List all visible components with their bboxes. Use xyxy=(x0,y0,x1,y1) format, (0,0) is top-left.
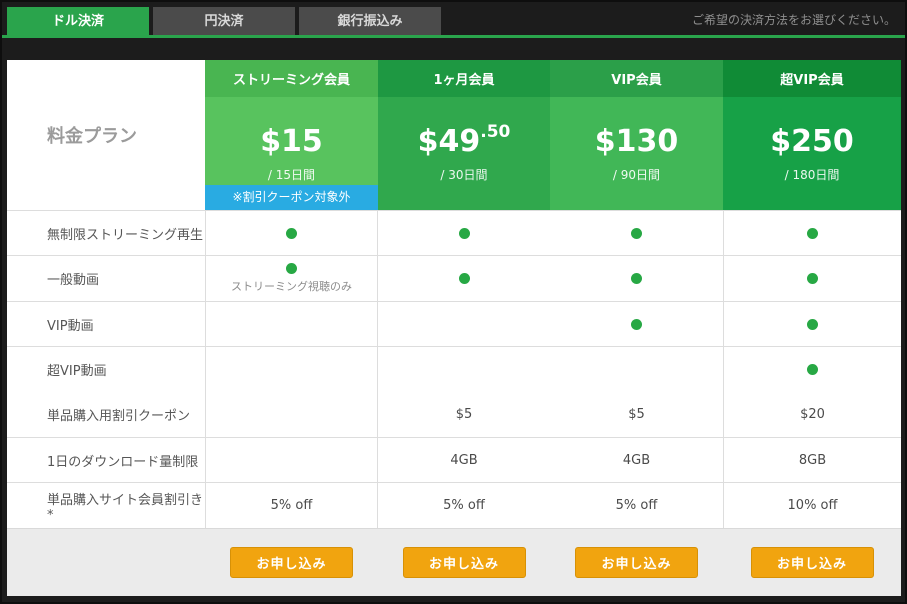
plan-price-1month: $49.50 / 30日間 xyxy=(378,97,550,210)
included-dot-icon xyxy=(807,364,818,375)
plan-price-super-vip: $250 / 180日間 xyxy=(723,97,901,210)
footer-cell: お申し込み xyxy=(378,547,550,578)
feature-row-site-member-discount: 単品購入サイト会員割引き* 5% off 5% off 5% off 10% o… xyxy=(7,482,901,528)
signup-button-1month[interactable]: お申し込み xyxy=(403,547,526,578)
signup-button-super-vip[interactable]: お申し込み xyxy=(751,547,874,578)
included-dot-icon xyxy=(631,228,642,239)
price-value: $15 xyxy=(260,124,323,157)
plan-header-section: 料金プラン ストリーミング会員 1ヶ月会員 VIP会員 超VIP会員 $15 /… xyxy=(7,60,901,210)
feature-row-general-video: 一般動画 ストリーミング視聴のみ xyxy=(7,255,901,301)
signup-button-streaming[interactable]: お申し込み xyxy=(230,547,353,578)
feature-value-cell xyxy=(723,256,901,301)
feature-value-cell: $20 xyxy=(723,391,901,437)
plan-name-vip: VIP会員 xyxy=(550,60,723,97)
tab-bank-transfer[interactable]: 銀行振込み xyxy=(299,7,441,36)
price-value: $250 xyxy=(770,124,854,157)
feature-value-cell xyxy=(378,302,550,346)
feature-value-cell: 5% off xyxy=(550,483,723,528)
footer-cell: お申し込み xyxy=(550,547,723,578)
payment-method-tabbar: ドル決済 円決済 銀行振込み ご希望の決済方法をお選びください。 xyxy=(2,2,905,38)
included-dot-icon xyxy=(459,273,470,284)
feature-row-daily-download-limit: 1日のダウンロード量制限 4GB 4GB 8GB xyxy=(7,437,901,482)
footer-cell: お申し込み xyxy=(205,547,378,578)
feature-label: VIP動画 xyxy=(7,302,205,346)
plan-name-super-vip: 超VIP会員 xyxy=(723,60,901,97)
tab-yen-payment[interactable]: 円決済 xyxy=(153,7,295,36)
feature-value-cell xyxy=(550,256,723,301)
feature-value-cell xyxy=(378,347,550,391)
plan-price-vip: $130 / 90日間 xyxy=(550,97,723,210)
feature-value-cell: 10% off xyxy=(723,483,901,528)
feature-value-cell xyxy=(378,256,550,301)
feature-label: 超VIP動画 xyxy=(7,347,205,391)
feature-value-cell xyxy=(205,211,378,255)
feature-label: 単品購入サイト会員割引き* xyxy=(7,483,205,528)
plan-name-1month: 1ヶ月会員 xyxy=(378,60,550,97)
feature-value-cell xyxy=(723,347,901,391)
price-period: / 30日間 xyxy=(440,166,487,183)
feature-value-cell: $5 xyxy=(378,391,550,437)
coupon-exclusion-banner: ※割引クーポン対象外 xyxy=(205,185,378,210)
included-dot-icon xyxy=(286,228,297,239)
feature-value-cell xyxy=(205,438,378,482)
payment-hint-text: ご希望の決済方法をお選びください。 xyxy=(692,11,896,28)
feature-value-cell: 5% off xyxy=(205,483,378,528)
pricing-table: 料金プラン ストリーミング会員 1ヶ月会員 VIP会員 超VIP会員 $15 /… xyxy=(7,60,901,596)
feature-label: 単品購入用割引クーポン xyxy=(7,391,205,437)
feature-value-cell: ストリーミング視聴のみ xyxy=(205,256,378,301)
included-dot-icon xyxy=(286,263,297,274)
feature-row-single-purchase-coupon: 単品購入用割引クーポン $5 $5 $20 xyxy=(7,391,901,437)
included-dot-icon xyxy=(807,319,818,330)
feature-row-super-vip-video: 超VIP動画 xyxy=(7,346,901,391)
feature-value-cell xyxy=(378,211,550,255)
included-dot-icon xyxy=(807,228,818,239)
feature-value-cell xyxy=(550,211,723,255)
feature-value-cell xyxy=(205,391,378,437)
footer-cell: お申し込み xyxy=(723,547,901,578)
feature-value-cell xyxy=(550,302,723,346)
tab-accent-line xyxy=(2,35,905,38)
feature-value-cell: 4GB xyxy=(378,438,550,482)
price-plan-heading-label: 料金プラン xyxy=(47,122,137,148)
feature-value-cell: 4GB xyxy=(550,438,723,482)
feature-label: 無制限ストリーミング再生 xyxy=(7,211,205,255)
feature-value-cell: 8GB xyxy=(723,438,901,482)
price-period: / 90日間 xyxy=(613,166,660,183)
signup-footer: お申し込み お申し込み お申し込み お申し込み xyxy=(7,528,901,596)
feature-value-cell xyxy=(205,302,378,346)
price-period: / 15日間 xyxy=(268,166,315,183)
included-dot-icon xyxy=(631,273,642,284)
plan-price-streaming: $15 / 15日間 ※割引クーポン対象外 xyxy=(205,97,378,210)
price-period: / 180日間 xyxy=(785,166,840,183)
feature-value-cell xyxy=(550,347,723,391)
feature-value-cell xyxy=(723,211,901,255)
feature-label: 1日のダウンロード量制限 xyxy=(7,438,205,482)
feature-value-cell: $5 xyxy=(550,391,723,437)
included-dot-icon xyxy=(631,319,642,330)
feature-value-cell xyxy=(205,347,378,391)
signup-button-vip[interactable]: お申し込み xyxy=(575,547,698,578)
included-dot-icon xyxy=(807,273,818,284)
plan-name-streaming: ストリーミング会員 xyxy=(205,60,378,97)
feature-row-vip-video: VIP動画 xyxy=(7,301,901,346)
price-value: $49.50 xyxy=(418,124,511,157)
included-dot-icon xyxy=(459,228,470,239)
streaming-only-note: ストリーミング視聴のみ xyxy=(231,278,352,294)
price-plan-heading: 料金プラン xyxy=(7,60,205,210)
feature-row-unlimited-streaming: 無制限ストリーミング再生 xyxy=(7,210,901,255)
feature-value-cell: 5% off xyxy=(378,483,550,528)
feature-value-cell xyxy=(723,302,901,346)
tab-dollar-payment[interactable]: ドル決済 xyxy=(7,7,149,36)
feature-label: 一般動画 xyxy=(7,256,205,301)
price-value: $130 xyxy=(595,124,679,157)
